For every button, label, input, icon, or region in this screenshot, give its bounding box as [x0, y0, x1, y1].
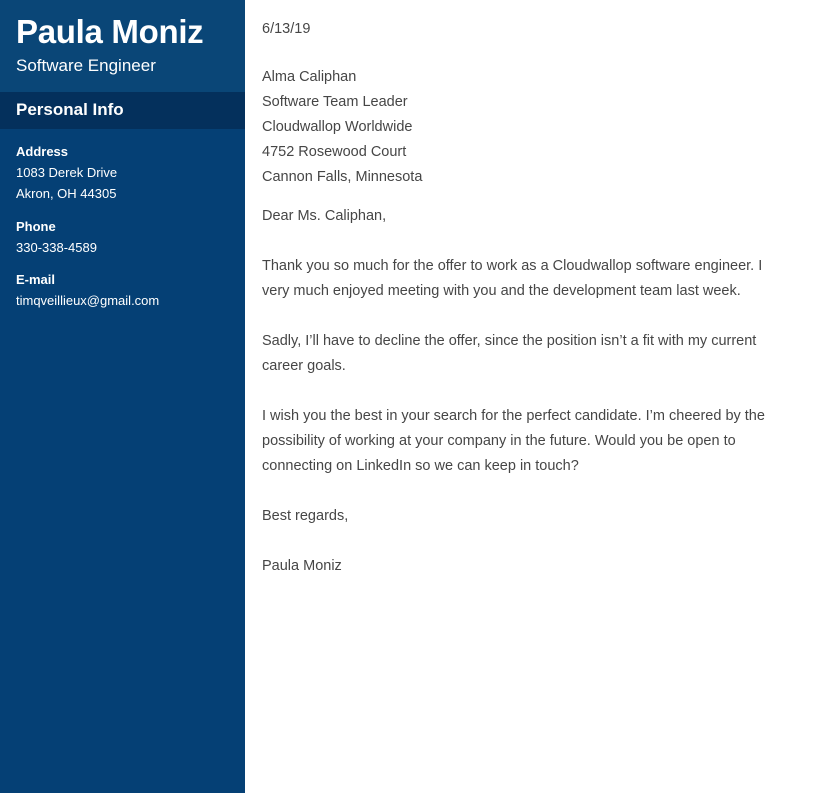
letter-paragraph-1: Thank you so much for the offer to work …: [262, 258, 763, 299]
personal-info-section-bar: Personal Info: [0, 92, 245, 130]
address-line-2: Akron, OH 44305: [16, 186, 117, 202]
letter-signature: Paula Moniz: [262, 558, 342, 574]
address-line-1: 1083 Derek Drive: [16, 165, 118, 181]
sidebar-header: Paula Moniz Software Engineer: [0, 0, 245, 93]
applicant-job-title: Software Engineer: [16, 55, 156, 75]
info-group-email: E-mail timqveillieux@gmail.com: [16, 271, 229, 312]
recipient-company: Cloudwallop Worldwide: [262, 119, 413, 135]
recipient-title: Software Team Leader: [262, 94, 408, 110]
sidebar: Paula Moniz Software Engineer Personal I…: [0, 0, 245, 793]
personal-info-heading: Personal Info: [16, 100, 124, 120]
letter-date: 6/13/19: [262, 21, 311, 37]
email-label: E-mail: [16, 272, 56, 288]
letter-paragraph-3: I wish you the best in your search for t…: [262, 408, 765, 474]
recipient-address-block: Alma Caliphan Software Team Leader Cloud…: [262, 65, 785, 190]
cover-letter-page: Paula Moniz Software Engineer Personal I…: [0, 0, 818, 793]
info-group-address: Address 1083 Derek Drive Akron, OH 44305: [16, 143, 229, 204]
recipient-street: 4752 Rosewood Court: [262, 144, 407, 160]
letter-closing: Best regards,: [262, 508, 349, 524]
recipient-city-state: Cannon Falls, Minnesota: [262, 169, 423, 185]
address-label: Address: [16, 144, 69, 160]
applicant-name: Paula Moniz: [16, 13, 204, 50]
info-group-phone: Phone 330-338-4589: [16, 218, 229, 259]
letter-paragraph-2: Sadly, I’ll have to decline the offer, s…: [262, 333, 757, 374]
phone-label: Phone: [16, 218, 56, 234]
phone-value[interactable]: 330-338-4589: [16, 238, 229, 259]
letter-salutation: Dear Ms. Caliphan,: [262, 208, 387, 224]
letter-body: 6/13/19 Alma Caliphan Software Team Lead…: [245, 0, 818, 793]
email-value[interactable]: timqveillieux@gmail.com: [16, 291, 229, 312]
recipient-name: Alma Caliphan: [262, 69, 357, 85]
personal-info-list: Address 1083 Derek Drive Akron, OH 44305…: [0, 129, 245, 793]
